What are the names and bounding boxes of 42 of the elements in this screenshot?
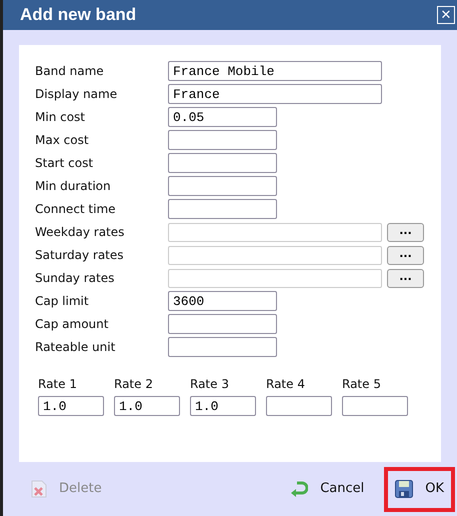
field-label: Max cost <box>35 132 90 149</box>
rate-field[interactable]: 1.0 <box>38 396 104 416</box>
window-title: Add new band <box>20 4 136 26</box>
field-label: Min duration <box>35 178 112 195</box>
rate-field[interactable]: 1.0 <box>114 396 180 416</box>
text-field[interactable] <box>168 176 277 196</box>
field-label: Cap limit <box>35 293 90 310</box>
text-field[interactable]: 3600 <box>168 291 277 311</box>
text-field[interactable]: 0.05 <box>168 107 277 127</box>
field-label: Band name <box>35 63 105 80</box>
close-button[interactable]: ✕ <box>437 6 455 24</box>
field-label: Saturday rates <box>35 247 125 264</box>
browse-button[interactable]: ... <box>387 268 424 288</box>
text-field[interactable]: France <box>168 84 382 104</box>
rate-field[interactable]: 1.0 <box>190 396 256 416</box>
ok-button[interactable]: OK <box>384 466 455 512</box>
rate-label: Rate 4 <box>266 376 306 393</box>
rate-label: Rate 5 <box>342 376 382 393</box>
field-label: Weekday rates <box>35 224 126 241</box>
field-label: Rateable unit <box>35 339 116 356</box>
text-field[interactable] <box>168 130 277 150</box>
text-field[interactable] <box>168 153 277 173</box>
rate-field[interactable] <box>342 396 408 416</box>
rate-label: Rate 3 <box>190 376 230 393</box>
rate-label: Rate 1 <box>38 376 78 393</box>
rate-label: Rate 2 <box>114 376 154 393</box>
field-label: Cap amount <box>35 316 110 333</box>
text-field[interactable] <box>168 314 277 334</box>
browse-button[interactable]: ... <box>387 246 424 264</box>
field-label: Min cost <box>35 109 86 126</box>
text-field[interactable]: France Mobile <box>168 61 382 81</box>
browse-button[interactable]: ... <box>387 222 424 242</box>
text-field[interactable] <box>168 337 277 357</box>
return-arrow-icon <box>290 481 308 497</box>
document-x-icon <box>31 480 47 498</box>
field-label: Display name <box>35 86 118 103</box>
rate-field[interactable] <box>266 396 332 416</box>
field-label: Sunday rates <box>35 270 116 287</box>
text-field[interactable] <box>168 199 277 219</box>
cancel-button[interactable]: Cancel <box>282 475 372 503</box>
field-label: Connect time <box>35 201 117 218</box>
field-label: Start cost <box>35 155 94 172</box>
